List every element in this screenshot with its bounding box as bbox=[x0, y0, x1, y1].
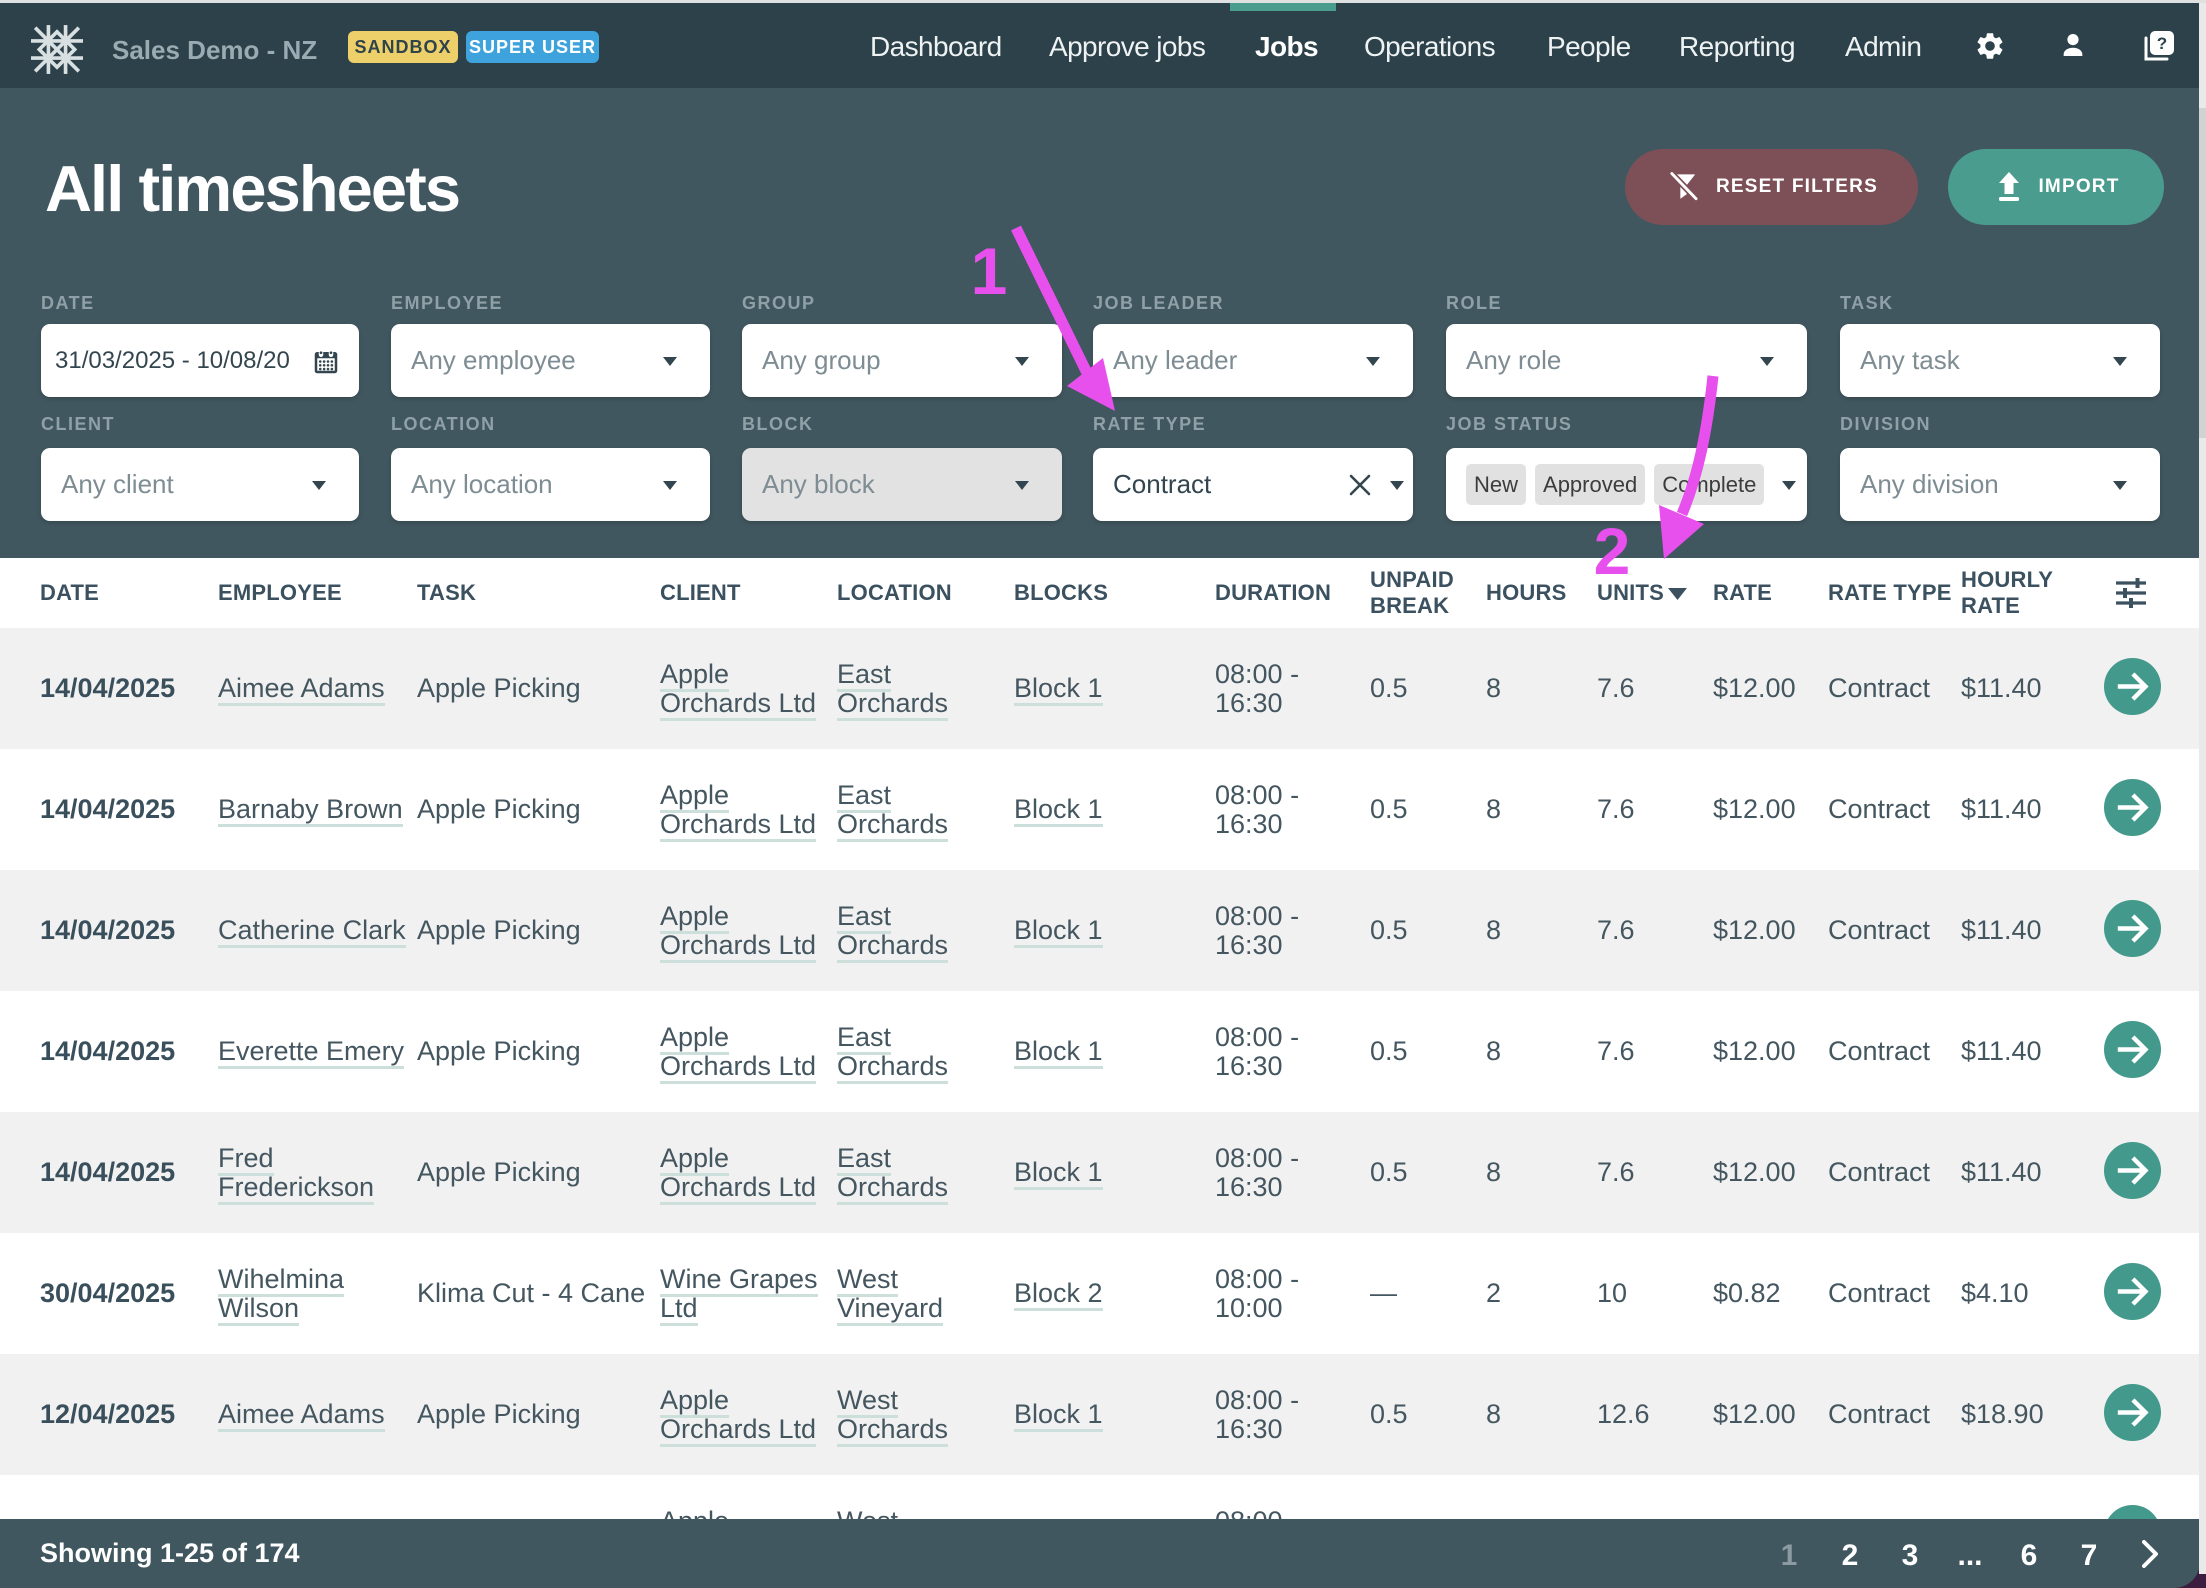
svg-text:?: ? bbox=[2157, 34, 2167, 53]
